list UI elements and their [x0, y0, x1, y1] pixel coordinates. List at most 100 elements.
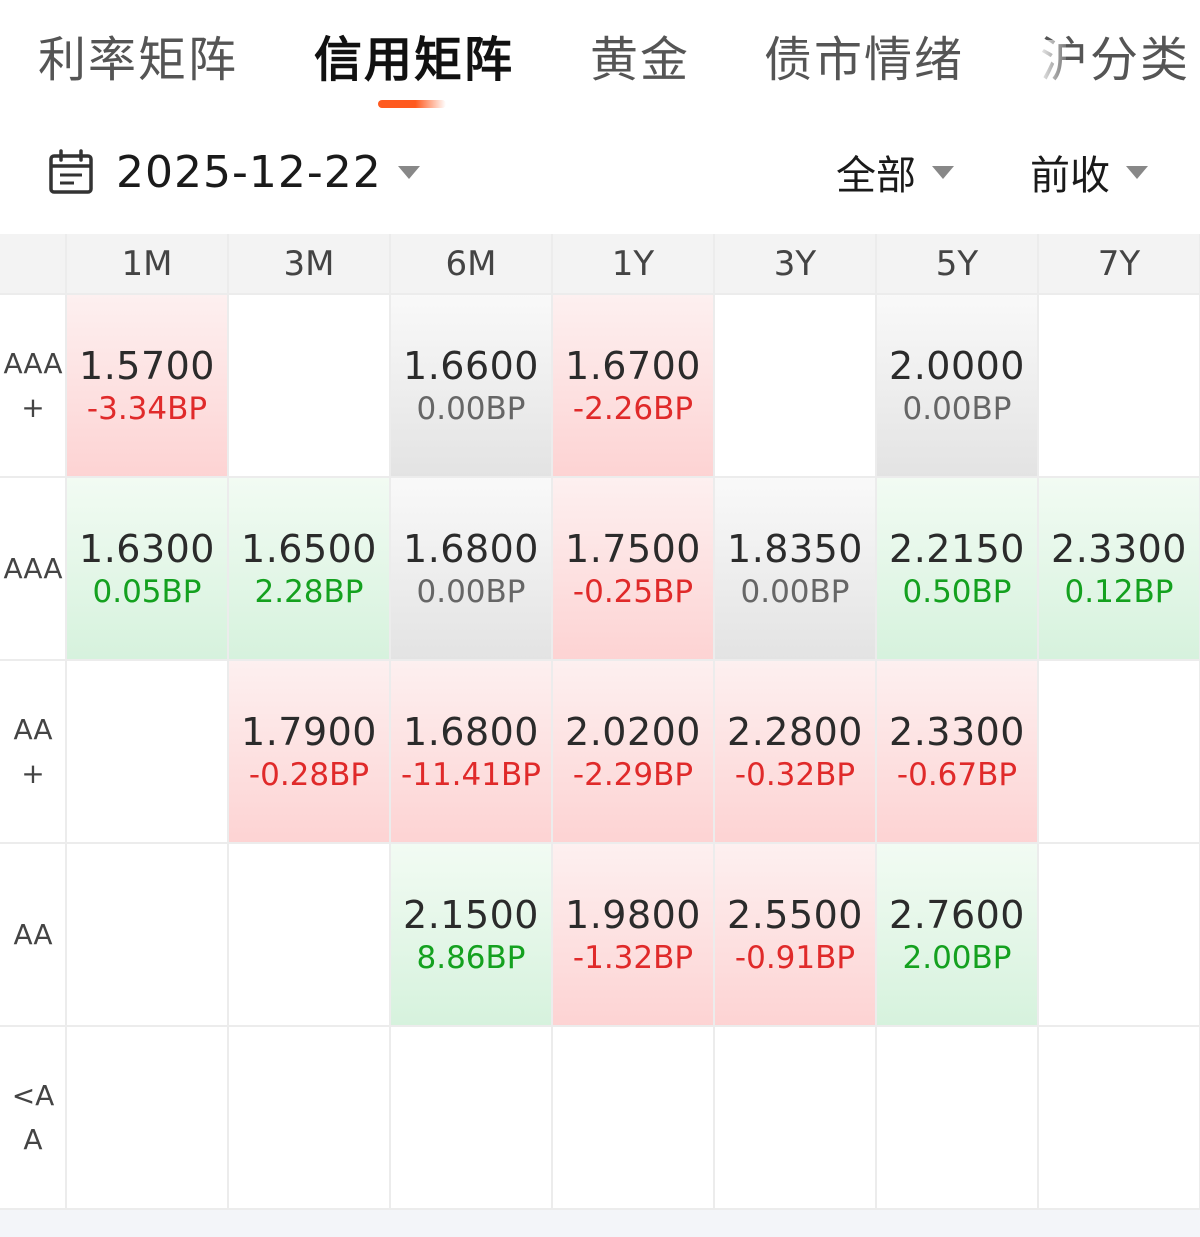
- grid-divider: [0, 476, 1200, 478]
- grid-divider: [551, 234, 553, 1210]
- yield-value: 1.5700: [79, 343, 215, 388]
- yield-value: 1.8350: [727, 526, 863, 571]
- tab-credit-matrix[interactable]: 信用矩阵: [314, 28, 514, 92]
- matrix-cell-empty: [1038, 843, 1200, 1026]
- yield-change: 0.00BP: [902, 390, 1012, 427]
- yield-value: 1.6800: [403, 526, 539, 571]
- matrix-cell[interactable]: 2.5500 -0.91BP: [714, 843, 876, 1026]
- matrix-cell-empty: [1038, 1026, 1200, 1209]
- yield-value: 2.3300: [1051, 526, 1187, 571]
- yield-value: 2.7600: [889, 892, 1025, 937]
- matrix-cell[interactable]: 1.6800 0.00BP: [390, 477, 552, 660]
- selected-date: 2025-12-22: [116, 146, 382, 198]
- column-header: 7Y: [1038, 234, 1200, 294]
- matrix-cell-empty: [552, 1026, 714, 1209]
- matrix-cell[interactable]: 1.8350 0.00BP: [714, 477, 876, 660]
- grid-divider: [389, 234, 391, 1210]
- matrix-cell[interactable]: 1.7900 -0.28BP: [228, 660, 390, 843]
- grid-divider: [0, 1025, 1200, 1027]
- row-label: AA+: [0, 660, 66, 843]
- grid-divider: [65, 234, 67, 1210]
- active-tab-indicator: [378, 100, 446, 108]
- yield-change: 0.50BP: [902, 573, 1012, 610]
- yield-change: 0.00BP: [416, 390, 526, 427]
- yield-value: 2.2150: [889, 526, 1025, 571]
- matrix-cell[interactable]: 1.6300 0.05BP: [66, 477, 228, 660]
- caret-down-icon: [397, 165, 420, 179]
- tab-bar: 利率矩阵 信用矩阵 黄金 债市情绪 沪分类: [0, 0, 1200, 120]
- yield-change: -0.91BP: [734, 939, 856, 976]
- matrix-cell-empty: [66, 1026, 228, 1209]
- column-header: 3M: [228, 234, 390, 294]
- yield-change: 0.00BP: [416, 573, 526, 610]
- yield-value: 2.1500: [403, 892, 539, 937]
- row-label: <AA: [0, 1026, 66, 1209]
- matrix-cell-empty: [1038, 660, 1200, 843]
- column-header: 1M: [66, 234, 228, 294]
- matrix-cell[interactable]: 2.2800 -0.32BP: [714, 660, 876, 843]
- matrix-cell[interactable]: 2.7600 2.00BP: [876, 843, 1038, 1026]
- grid-divider: [227, 234, 229, 1210]
- matrix-cell[interactable]: 2.3300 0.12BP: [1038, 477, 1200, 660]
- caret-down-icon: [932, 165, 954, 179]
- tab-rate-matrix[interactable]: 利率矩阵: [38, 28, 238, 92]
- calendar-icon: [49, 149, 93, 194]
- yield-change: 0.12BP: [1064, 573, 1174, 610]
- caret-down-icon: [1126, 165, 1148, 179]
- row-label-text: <AA: [11, 1078, 55, 1156]
- row-label-text: AA+: [13, 712, 53, 790]
- matrix-cell[interactable]: 2.0000 0.00BP: [876, 294, 1038, 477]
- yield-value: 1.6500: [241, 526, 377, 571]
- matrix-cell[interactable]: 2.3300 -0.67BP: [876, 660, 1038, 843]
- matrix-cell[interactable]: 1.6700 -2.26BP: [552, 294, 714, 477]
- column-header: 6M: [390, 234, 552, 294]
- tab-gold[interactable]: 黄金: [590, 28, 690, 92]
- matrix-cell-empty: [876, 1026, 1038, 1209]
- date-picker[interactable]: 2025-12-22: [48, 130, 420, 214]
- scope-label: 全部: [836, 153, 916, 199]
- matrix-cell-empty: [228, 1026, 390, 1209]
- matrix-cell[interactable]: 2.2150 0.50BP: [876, 477, 1038, 660]
- yield-change: 0.00BP: [740, 573, 850, 610]
- yield-value: 1.9800: [565, 892, 701, 937]
- scope-dropdown[interactable]: 全部: [836, 130, 954, 214]
- column-header: 5Y: [876, 234, 1038, 294]
- matrix-cell-empty: [714, 1026, 876, 1209]
- yield-value: 2.0200: [565, 709, 701, 754]
- matrix-cell[interactable]: 1.7500 -0.25BP: [552, 477, 714, 660]
- filter-bar: 2025-12-22 全部 前收: [0, 130, 1200, 214]
- matrix-cell-empty: [228, 294, 390, 477]
- tab-bond-sentiment[interactable]: 债市情绪: [764, 28, 964, 92]
- yield-change: 0.05BP: [92, 573, 202, 610]
- yield-value: 2.3300: [889, 709, 1025, 754]
- tab-scroll-fade: [1036, 40, 1066, 90]
- row-label: AAA: [0, 477, 66, 660]
- yield-value: 1.6600: [403, 343, 539, 388]
- price-basis-dropdown[interactable]: 前收: [1030, 130, 1148, 214]
- row-label: AA: [0, 843, 66, 1026]
- matrix-cell-empty: [66, 843, 228, 1026]
- row-label-text: AAA+: [3, 346, 63, 424]
- yield-change: -0.67BP: [896, 756, 1018, 793]
- yield-value: 1.7500: [565, 526, 701, 571]
- matrix-cell[interactable]: 1.9800 -1.32BP: [552, 843, 714, 1026]
- yield-change: -2.26BP: [572, 390, 694, 427]
- yield-value: 1.6800: [403, 709, 539, 754]
- matrix-cell[interactable]: 2.1500 8.86BP: [390, 843, 552, 1026]
- yield-change: -1.32BP: [572, 939, 694, 976]
- matrix-cell[interactable]: 1.6600 0.00BP: [390, 294, 552, 477]
- row-label-text: AA: [13, 917, 53, 951]
- yield-value: 2.0000: [889, 343, 1025, 388]
- matrix-cell[interactable]: 1.5700 -3.34BP: [66, 294, 228, 477]
- matrix-cell-empty: [390, 1026, 552, 1209]
- yield-change: -0.25BP: [572, 573, 694, 610]
- matrix-cell[interactable]: 1.6500 2.28BP: [228, 477, 390, 660]
- grid-divider: [1037, 234, 1039, 1210]
- yield-value: 1.6700: [565, 343, 701, 388]
- grid-divider: [0, 842, 1200, 844]
- matrix-cell[interactable]: 2.0200 -2.29BP: [552, 660, 714, 843]
- matrix-cell[interactable]: 1.6800 -11.41BP: [390, 660, 552, 843]
- column-header: 1Y: [552, 234, 714, 294]
- matrix-cell-empty: [66, 660, 228, 843]
- yield-value: 2.2800: [727, 709, 863, 754]
